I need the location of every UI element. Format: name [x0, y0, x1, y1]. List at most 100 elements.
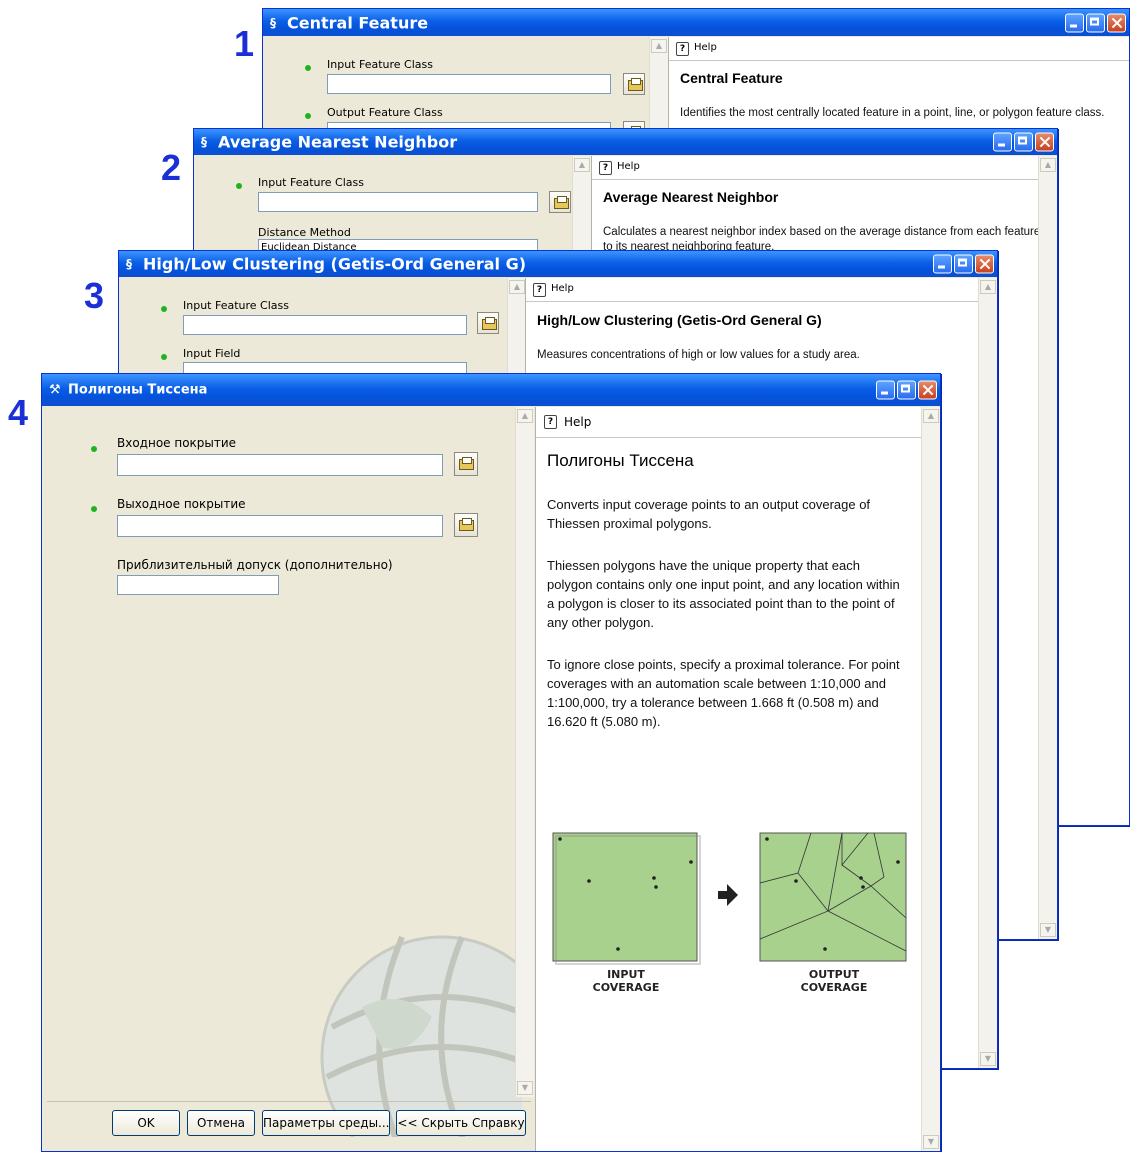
maximize-icon[interactable]: [897, 380, 916, 400]
help-paragraph: To ignore close points, specify a proxim…: [547, 657, 900, 729]
titlebar[interactable]: ⚒ Полигоны Тиссена: [42, 374, 940, 406]
divider: [47, 1101, 531, 1102]
ok-button[interactable]: OK: [112, 1110, 180, 1136]
help-scrollbar[interactable]: ▲ ▼: [1038, 156, 1057, 939]
parameters-panel: Входное покрытие Выходное покрытие Прибл…: [42, 407, 534, 1151]
scrollbar[interactable]: ▲ ▼: [515, 407, 534, 1097]
maximize-icon[interactable]: [1014, 132, 1033, 152]
folder-open-icon[interactable]: [549, 191, 571, 213]
scroll-up-icon[interactable]: ▲: [980, 280, 996, 294]
scroll-up-icon[interactable]: ▲: [517, 409, 533, 423]
tool-icon: §: [126, 257, 132, 271]
input-feature-class-input[interactable]: [258, 192, 538, 212]
close-icon[interactable]: [975, 254, 994, 274]
help-panel: ? Help Полигоны Тиссена Converts input c…: [535, 407, 940, 1151]
help-text: Identifies the most centrally located fe…: [680, 107, 1105, 119]
titlebar[interactable]: § Average Nearest Neighbor: [194, 129, 1057, 155]
help-text: Measures concentrations of high or low v…: [537, 349, 860, 361]
required-indicator: [91, 506, 97, 512]
help-scrollbar[interactable]: ▲ ▼: [978, 278, 997, 1068]
hammer-icon: ⚒: [49, 382, 61, 398]
help-icon[interactable]: ?: [533, 283, 546, 297]
input-coverage-caption: INPUT COVERAGE: [592, 968, 660, 994]
scroll-up-icon[interactable]: ▲: [1040, 158, 1056, 172]
thiessen-diagram: [552, 832, 907, 965]
maximize-icon[interactable]: [954, 254, 973, 274]
scroll-up-icon[interactable]: ▲: [923, 409, 939, 423]
titlebar[interactable]: § High/Low Clustering (Getis-Ord General…: [119, 251, 997, 277]
field-label: Output Feature Class: [327, 106, 443, 119]
right-arrow-icon: [718, 884, 738, 906]
minimize-icon[interactable]: [1065, 13, 1084, 32]
scroll-down-icon[interactable]: ▼: [923, 1135, 939, 1149]
help-title: High/Low Clustering (Getis-Ord General G…: [537, 312, 822, 328]
hide-help-button[interactable]: << Скрыть Справку: [396, 1110, 526, 1136]
field-label: Input Field: [183, 347, 241, 360]
field-label: Input Feature Class: [258, 176, 364, 189]
output-coverage-input[interactable]: [117, 515, 443, 537]
field-label: Input Feature Class: [183, 299, 289, 312]
required-indicator: [161, 306, 167, 312]
input-feature-class-input[interactable]: [183, 315, 467, 335]
help-button[interactable]: Help: [564, 415, 591, 429]
help-title: Average Nearest Neighbor: [603, 189, 779, 205]
window-title: Полигоны Тиссена: [68, 382, 208, 398]
input-feature-class-input[interactable]: [327, 74, 611, 94]
tool-icon: §: [270, 15, 276, 30]
help-button[interactable]: Help: [617, 161, 640, 172]
minimize-icon[interactable]: [876, 380, 895, 400]
window-title: Average Nearest Neighbor: [218, 132, 458, 152]
scroll-down-icon[interactable]: ▼: [517, 1081, 533, 1095]
tolerance-input[interactable]: [117, 575, 279, 595]
required-indicator: [305, 65, 311, 71]
required-indicator: [305, 113, 311, 119]
folder-open-icon[interactable]: [454, 452, 478, 476]
field-label: Input Feature Class: [327, 58, 433, 71]
help-icon[interactable]: ?: [544, 415, 557, 429]
required-indicator: [236, 183, 242, 189]
help-paragraph: Thiessen polygons have the unique proper…: [547, 558, 900, 630]
scroll-up-icon[interactable]: ▲: [574, 158, 590, 172]
titlebar[interactable]: § Central Feature: [263, 9, 1129, 36]
tool-icon: §: [201, 135, 207, 149]
close-icon[interactable]: [918, 380, 937, 400]
scroll-down-icon[interactable]: ▼: [980, 1052, 996, 1066]
help-toolbar: ? Help: [536, 407, 940, 438]
required-indicator: [161, 354, 167, 360]
help-toolbar: ? Help: [669, 37, 1129, 61]
input-coverage-input[interactable]: [117, 454, 443, 476]
help-scrollbar[interactable]: ▲ ▼: [921, 407, 940, 1151]
field-label: Выходное покрытие: [117, 497, 246, 511]
globe-watermark-icon: [320, 935, 522, 1137]
cancel-button[interactable]: Отмена: [187, 1110, 255, 1136]
environments-button[interactable]: Параметры среды...: [262, 1110, 390, 1136]
help-button[interactable]: Help: [551, 283, 574, 294]
help-title: Central Feature: [680, 70, 783, 86]
label-4: 4: [8, 392, 29, 433]
folder-open-icon[interactable]: [477, 312, 499, 334]
folder-open-icon[interactable]: [623, 73, 645, 95]
help-icon[interactable]: ?: [676, 42, 689, 56]
help-toolbar: ? Help: [592, 156, 1057, 180]
scroll-down-icon[interactable]: ▼: [1040, 923, 1056, 937]
help-button[interactable]: Help: [694, 42, 717, 53]
label-2: 2: [161, 147, 182, 188]
help-paragraph: Converts input coverage points to an out…: [547, 497, 871, 531]
help-toolbar: ? Help: [526, 278, 997, 302]
close-icon[interactable]: [1107, 13, 1126, 32]
help-icon[interactable]: ?: [599, 161, 612, 175]
close-icon[interactable]: [1035, 132, 1054, 152]
field-label: Входное покрытие: [117, 436, 237, 450]
scroll-up-icon[interactable]: ▲: [509, 280, 525, 294]
minimize-icon[interactable]: [993, 132, 1012, 152]
label-3: 3: [84, 275, 105, 316]
required-indicator: [91, 446, 97, 452]
minimize-icon[interactable]: [933, 254, 952, 274]
help-title: Полигоны Тиссена: [547, 451, 694, 470]
maximize-icon[interactable]: [1086, 13, 1105, 32]
field-label: Приблизительный допуск (дополнительно): [117, 558, 393, 572]
label-1: 1: [234, 23, 255, 64]
scroll-up-icon[interactable]: ▲: [651, 39, 667, 53]
folder-open-icon[interactable]: [454, 513, 478, 537]
window-thiessen-polygons: ⚒ Полигоны Тиссена Входное покрытие Выхо…: [41, 373, 941, 1152]
